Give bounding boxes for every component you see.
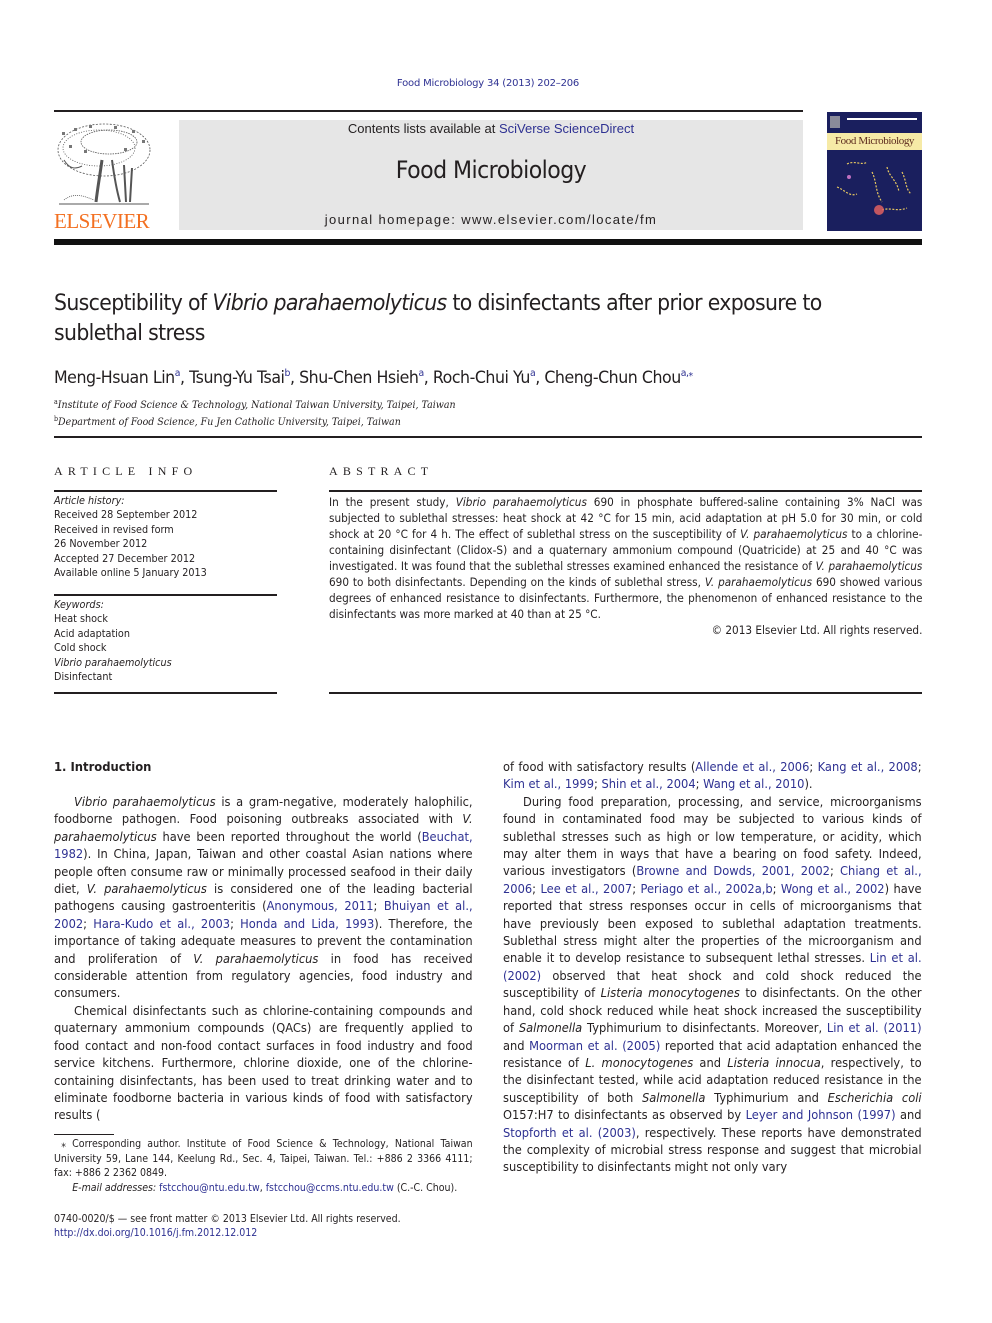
abstract-heading: ABSTRACT [329,464,434,478]
author-name[interactable]: Roch-Chui Yu [433,368,531,388]
citation-link[interactable]: Kim et al., 1999 [503,776,594,791]
affiliation-mark[interactable]: a,⁎ [681,368,693,379]
corresponding-author-text: ⁎ Corresponding author. Institute of Foo… [54,1138,473,1179]
citation-link[interactable]: Anonymous, 2011 [267,898,374,913]
citation-link[interactable]: Allende et al., 2006 [695,759,809,774]
keyword-item: Vibrio parahaemolyticus [54,656,172,669]
title-species: Vibrio parahaemolyticus [212,291,447,316]
corresponding-author-footnote: ⁎ Corresponding author. Institute of Foo… [54,1137,473,1195]
citation-link[interactable]: Moorman et al. (2005) [529,1038,660,1053]
abstract-body: In the present study, Vibrio parahaemoly… [329,494,922,638]
contents-line: Contents lists available at SciVerse Sci… [179,120,803,137]
email-label: E-mail addresses: [72,1181,157,1194]
paragraph: Chemical disinfectants such as chlorine-… [54,1002,473,1123]
keywords: Keywords: Heat shock Acid adaptation Col… [54,598,172,684]
citation-link[interactable]: Lee et al., 2007 [540,881,632,896]
homepage-prefix: journal homepage: [324,212,462,227]
article-info-heading: ARTICLE INFO [54,464,198,478]
journal-homepage: journal homepage: www.elsevier.com/locat… [179,212,803,227]
issn-copyright: 0740-0020/$ — see front matter © 2013 El… [54,1213,401,1225]
affiliation-mark[interactable]: a [418,368,424,379]
cover-publisher-mark [830,116,840,128]
homepage-link[interactable]: www.elsevier.com/locate/fm [461,212,657,227]
history-label: Article history: [54,495,125,507]
citation-link[interactable]: Hara-Kudo et al., 2003 [93,916,230,931]
article-history: Article history: Received 28 September 2… [54,494,207,580]
affiliations: aInstitute of Food Science & Technology,… [54,395,456,429]
affiliation-item: bDepartment of Food Science, Fu Jen Cath… [54,412,456,429]
citation-link[interactable]: Periago et al., 2002a,b [640,881,772,896]
info-rule [54,692,277,694]
email-suffix: (C.-C. Chou). [393,1181,458,1194]
keyword-item: Cold shock [54,642,107,655]
history-item: Received 28 September 2012 [54,509,198,522]
journal-title: Food Microbiology [395,156,587,184]
abstract-rule [329,490,922,492]
affiliation-text: Department of Food Science, Fu Jen Catho… [58,416,401,428]
footnote-rule [54,1134,114,1135]
affiliation-text: Institute of Food Science & Technology, … [57,399,456,411]
citation-link[interactable]: Wong et al., 2002 [781,881,885,896]
journal-header-box: Contents lists available at SciVerse Sci… [179,120,803,230]
keyword-item: Heat shock [54,613,108,626]
citation-link[interactable]: Honda and Lida, 1993 [240,916,374,931]
elsevier-wordmark: ELSEVIER [54,209,150,233]
keyword-item: Disinfectant [54,671,113,684]
paragraph: During food preparation, processing, and… [503,793,922,1175]
citation-link[interactable]: Stopforth et al. (2003) [503,1125,636,1140]
affiliation-item: aInstitute of Food Science & Technology,… [54,395,456,412]
title-text: Susceptibility of [54,291,213,316]
affiliation-mark[interactable]: b [284,368,290,379]
email-link[interactable]: fstcchou@ntu.edu.tw [159,1182,260,1194]
author-list: Meng-Hsuan Lina, Tsung-Yu Tsaib, Shu-Che… [54,368,693,388]
journal-cover-image[interactable]: Food Microbiology [827,112,922,231]
body-column-right: of food with satisfactory results (Allen… [503,758,922,1176]
cover-title: Food Microbiology [827,133,922,150]
citation-link[interactable]: Lin et al. (2011) [827,1020,922,1035]
elsevier-tree-icon [57,123,151,205]
history-item: Available online 5 January 2013 [54,567,207,580]
keywords-label: Keywords: [54,599,104,611]
citation-link[interactable]: Shin et al., 2004 [602,776,696,791]
email-link[interactable]: fstcchou@ccms.ntu.edu.tw [266,1182,394,1194]
affiliation-rule [54,436,922,438]
author-name[interactable]: Shu-Chen Hsieh [299,368,419,388]
article-title: Susceptibility of Vibrio parahaemolyticu… [54,289,914,349]
section-heading-introduction: 1. Introduction [54,759,152,774]
keyword-item: Acid adaptation [54,627,130,640]
contents-prefix: Contents lists available at [347,121,499,136]
email-line: E-mail addresses: fstcchou@ntu.edu.tw, f… [72,1181,458,1194]
header-thick-rule [54,239,922,245]
citation-link[interactable]: Wang et al., 2010 [703,776,804,791]
info-rule [54,594,277,596]
author-name[interactable]: Tsung-Yu Tsai [189,368,285,388]
journal-citation-link[interactable]: Food Microbiology 34 (2013) 202–206 [0,78,976,89]
sciencedirect-link[interactable]: SciVerse ScienceDirect [499,121,634,136]
doi-link[interactable]: http://dx.doi.org/10.1016/j.fm.2012.12.0… [54,1226,257,1241]
info-rule [54,490,277,492]
author-name[interactable]: Cheng-Chun Chou [544,368,681,388]
history-item: Received in revised form [54,523,174,536]
cover-bar [847,118,917,120]
paragraph-continued: of food with satisfactory results (Allen… [503,759,922,792]
author-name[interactable]: Meng-Hsuan Lin [54,368,175,388]
paragraph: Vibrio parahaemolyticus is a gram-negati… [54,794,473,1001]
citation-link[interactable]: Kang et al., 2008 [818,759,918,774]
citation-link[interactable]: Browne and Dowds, 2001, 2002 [636,863,830,878]
elsevier-logo[interactable]: ELSEVIER [54,120,154,232]
header-top-rule [54,110,803,112]
body-column-left: Vibrio parahaemolyticus is a gram-negati… [54,793,473,1141]
cover-micrograph-icon [836,161,912,215]
abstract-copyright: © 2013 Elsevier Ltd. All rights reserved… [711,623,923,637]
history-item: 26 November 2012 [54,538,148,551]
history-item: Accepted 27 December 2012 [54,552,196,565]
citation-link[interactable]: Leyer and Johnson (1997) [746,1107,896,1122]
affiliation-mark[interactable]: a [530,368,536,379]
affiliation-mark[interactable]: a [175,368,181,379]
abstract-text: In the present study, Vibrio parahaemoly… [329,495,923,621]
abstract-rule [329,692,922,694]
